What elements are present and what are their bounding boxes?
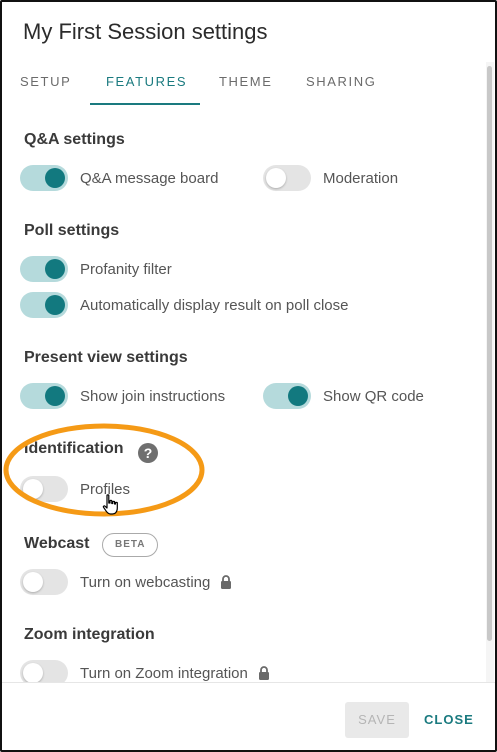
webcast-heading: Webcast: [24, 535, 90, 552]
show-qr-code-toggle[interactable]: Show QR code: [263, 382, 424, 410]
toggle-label: Show QR code: [323, 387, 424, 405]
lock-icon: [258, 666, 269, 680]
tab-theme[interactable]: THEME: [219, 74, 273, 89]
scrollbar-thumb[interactable]: [487, 66, 492, 641]
qa-message-board-toggle[interactable]: Q&A message board: [20, 164, 218, 192]
auto-display-result-toggle[interactable]: Automatically display result on poll clo…: [20, 291, 348, 319]
hand-pointer-cursor-icon: [102, 494, 118, 515]
toggle-label: Show join instructions: [80, 387, 226, 405]
toggle-switch[interactable]: [20, 292, 68, 318]
show-join-instructions-toggle[interactable]: Show join instructions: [20, 382, 225, 410]
toggle-switch[interactable]: [263, 165, 311, 191]
dialog-footer: SAVE CLOSE: [2, 682, 495, 750]
toggle-switch[interactable]: [20, 256, 68, 282]
qa-settings-heading: Q&A settings: [24, 131, 125, 148]
profanity-filter-toggle[interactable]: Profanity filter: [20, 255, 172, 283]
tab-setup[interactable]: SETUP: [20, 74, 71, 89]
toggle-switch[interactable]: [20, 569, 68, 595]
poll-settings-heading: Poll settings: [24, 222, 120, 239]
active-tab-indicator: [90, 103, 200, 105]
toggle-switch[interactable]: [20, 165, 68, 191]
zoom-integration-heading: Zoom integration: [24, 626, 155, 643]
present-view-heading: Present view settings: [24, 349, 188, 366]
scrollbar[interactable]: [486, 62, 494, 682]
moderation-toggle[interactable]: Moderation: [263, 164, 398, 192]
toggle-label: Q&A message board: [80, 169, 219, 187]
toggle-label: Turn on webcasting: [80, 573, 211, 591]
toggle-label: Moderation: [323, 169, 399, 187]
close-button[interactable]: CLOSE: [424, 702, 474, 738]
toggle-switch[interactable]: [20, 383, 68, 409]
tab-features[interactable]: FEATURES: [106, 74, 187, 89]
lock-icon: [221, 575, 232, 589]
toggle-switch[interactable]: [263, 383, 311, 409]
toggle-label: Automatically display result on poll clo…: [80, 296, 349, 314]
toggle-label: Profanity filter: [80, 260, 172, 278]
tab-sharing[interactable]: SHARING: [306, 74, 376, 89]
toggle-label: Turn on Zoom integration: [80, 664, 248, 682]
dialog-title: My First Session settings: [23, 19, 268, 44]
tab-bar: SETUP FEATURES THEME SHARING: [2, 62, 486, 108]
webcasting-toggle[interactable]: Turn on webcasting: [20, 568, 232, 596]
save-button[interactable]: SAVE: [345, 702, 409, 738]
settings-dialog: My First Session settings SETUP FEATURES…: [0, 0, 497, 752]
beta-badge: BETA: [102, 533, 159, 557]
